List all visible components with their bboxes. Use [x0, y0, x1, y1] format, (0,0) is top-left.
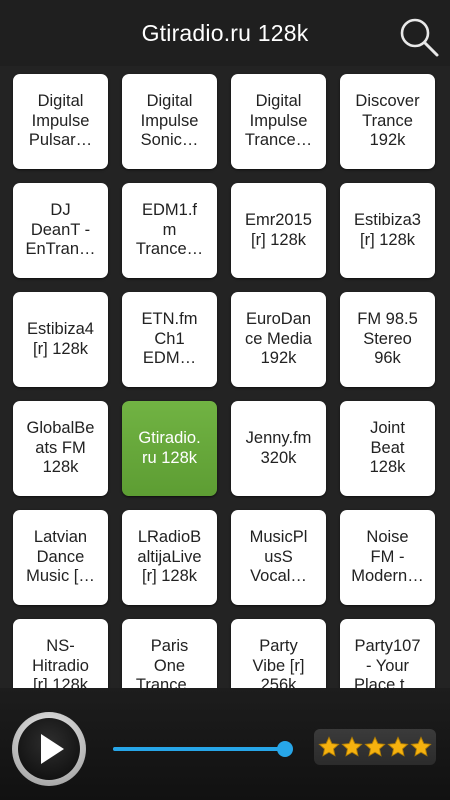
station-label: Jenny.fm 320k	[245, 429, 312, 467]
page-title: Gtiradio.ru 128k	[141, 20, 309, 46]
station-tile[interactable]: Discover Trance 192k	[340, 74, 435, 169]
station-tile[interactable]: EDM1.f m Trance…	[122, 183, 217, 278]
station-label: Digital Impulse Pulsar…	[28, 92, 93, 150]
volume-slider[interactable]	[113, 741, 294, 757]
star-icon	[364, 736, 386, 757]
station-tile[interactable]: Estibiza3 [r] 128k	[340, 183, 435, 278]
station-label: FM 98.5 Stereo 96k	[357, 310, 418, 368]
station-label: GlobalBe ats FM 128k	[26, 419, 95, 477]
station-tile[interactable]: Joint Beat 128k	[340, 401, 435, 496]
station-tile[interactable]: NS- Hitradio [r] 128k	[13, 619, 108, 688]
app-header: Gtiradio.ru 128k	[0, 0, 450, 66]
station-tile[interactable]: Latvian Dance Music […	[13, 510, 108, 605]
station-tile[interactable]: Digital Impulse Trance…	[231, 74, 326, 169]
station-tile[interactable]: LRadioB altijaLive [r] 128k	[122, 510, 217, 605]
station-label: Estibiza3 [r] 128k	[354, 211, 421, 249]
station-label: MusicPl usS Vocal…	[249, 528, 308, 586]
star-icon	[318, 736, 340, 757]
station-label: Emr2015 [r] 128k	[245, 211, 312, 249]
station-label: Gtiradio. ru 128k	[138, 429, 201, 467]
station-tile[interactable]: Gtiradio. ru 128k	[122, 401, 217, 496]
volume-fill	[113, 747, 286, 751]
station-tile[interactable]: Jenny.fm 320k	[231, 401, 326, 496]
station-label: Joint Beat 128k	[369, 419, 406, 477]
station-tile[interactable]: EuroDan ce Media 192k	[231, 292, 326, 387]
station-label: Discover Trance 192k	[355, 92, 420, 150]
station-tile[interactable]: Party Vibe [r] 256k	[231, 619, 326, 688]
station-tile[interactable]: Digital Impulse Pulsar…	[13, 74, 108, 169]
station-label: Digital Impulse Sonic…	[140, 92, 199, 150]
station-tile[interactable]: Noise FM - Modern…	[340, 510, 435, 605]
station-label: Paris One Trance…	[135, 637, 204, 688]
volume-thumb[interactable]	[277, 741, 294, 757]
station-label: Party Vibe [r] 256k	[252, 637, 305, 688]
station-label: LRadioB altijaLive [r] 128k	[137, 528, 202, 586]
station-label: Digital Impulse Trance…	[244, 92, 313, 150]
search-icon[interactable]	[398, 16, 440, 58]
station-label: EuroDan ce Media 192k	[245, 310, 312, 368]
rate-app-button[interactable]	[314, 729, 436, 765]
station-label: Party107 - Your Place t…	[354, 637, 421, 688]
station-label: Noise FM - Modern…	[351, 528, 424, 586]
star-icon	[410, 736, 432, 757]
station-tile[interactable]: Party107 - Your Place t…	[340, 619, 435, 688]
star-icon	[387, 736, 409, 757]
station-label: Latvian Dance Music […	[26, 528, 95, 586]
station-label: EDM1.f m Trance…	[135, 201, 204, 259]
radio-app: Gtiradio.ru 128k Digital Impulse Pulsar……	[0, 0, 450, 800]
play-button[interactable]	[11, 711, 87, 787]
station-tile[interactable]: Paris One Trance…	[122, 619, 217, 688]
station-label: DJ DeanT - EnTran…	[25, 201, 96, 259]
station-label: Estibiza4 [r] 128k	[27, 320, 94, 358]
station-tile[interactable]: FM 98.5 Stereo 96k	[340, 292, 435, 387]
station-tile[interactable]: Digital Impulse Sonic…	[122, 74, 217, 169]
station-label: NS- Hitradio [r] 128k	[32, 637, 89, 688]
station-tile[interactable]: ETN.fm Ch1 EDM…	[122, 292, 217, 387]
station-label: ETN.fm Ch1 EDM…	[141, 310, 198, 368]
station-tile[interactable]: MusicPl usS Vocal…	[231, 510, 326, 605]
player-bar	[0, 688, 450, 800]
station-grid[interactable]: Digital Impulse Pulsar… Digital Impulse S…	[0, 66, 450, 688]
station-tile[interactable]: Estibiza4 [r] 128k	[13, 292, 108, 387]
star-icon	[341, 736, 363, 757]
station-tile[interactable]: DJ DeanT - EnTran…	[13, 183, 108, 278]
station-tile[interactable]: GlobalBe ats FM 128k	[13, 401, 108, 496]
station-tile[interactable]: Emr2015 [r] 128k	[231, 183, 326, 278]
